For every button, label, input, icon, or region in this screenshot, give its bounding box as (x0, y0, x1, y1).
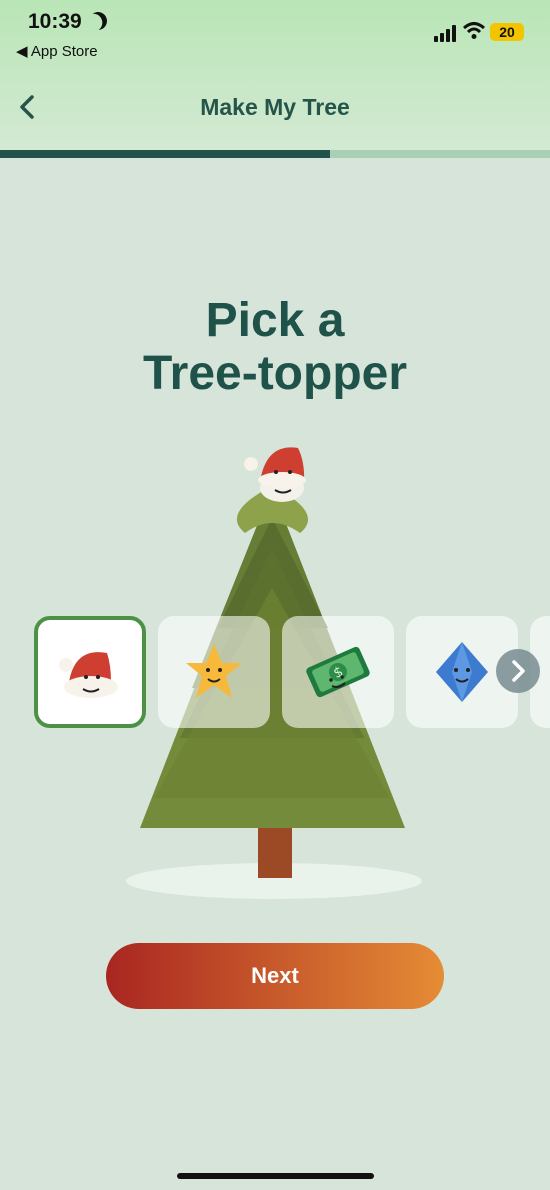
star-icon (186, 644, 242, 698)
wifi-icon (463, 22, 485, 39)
home-indicator (177, 1173, 374, 1179)
santa-hat-topper-icon (244, 447, 306, 502)
progress-bar (0, 150, 550, 158)
blue-gem-icon (436, 642, 488, 702)
next-button[interactable]: Next (106, 943, 444, 1009)
scroll-right-button[interactable] (496, 649, 540, 693)
back-to-app-store-link[interactable]: ◀ App Store (16, 42, 98, 60)
santa-hat-icon (59, 652, 118, 698)
chevron-right-icon (512, 660, 525, 682)
topper-options: santa-hat star $ dollar-bill (0, 616, 550, 728)
heading-line-1: Pick a (205, 294, 345, 347)
dollar-bill-icon: $ (306, 646, 370, 698)
heading: Pick a Tree-topper (0, 294, 550, 400)
heading-line-2: Tree-topper (142, 347, 408, 400)
topper-option-santa-hat[interactable]: santa-hat (34, 616, 146, 728)
progress-fill (0, 150, 330, 158)
status-time: 10:39 (28, 10, 82, 33)
page-title: Make My Tree (200, 94, 350, 120)
cellular-signal-icon (434, 24, 458, 42)
topper-option-star[interactable]: star (158, 616, 270, 728)
battery-indicator: 20 (490, 23, 524, 41)
topper-option-dollar-bill[interactable]: $ dollar-bill (282, 616, 394, 728)
